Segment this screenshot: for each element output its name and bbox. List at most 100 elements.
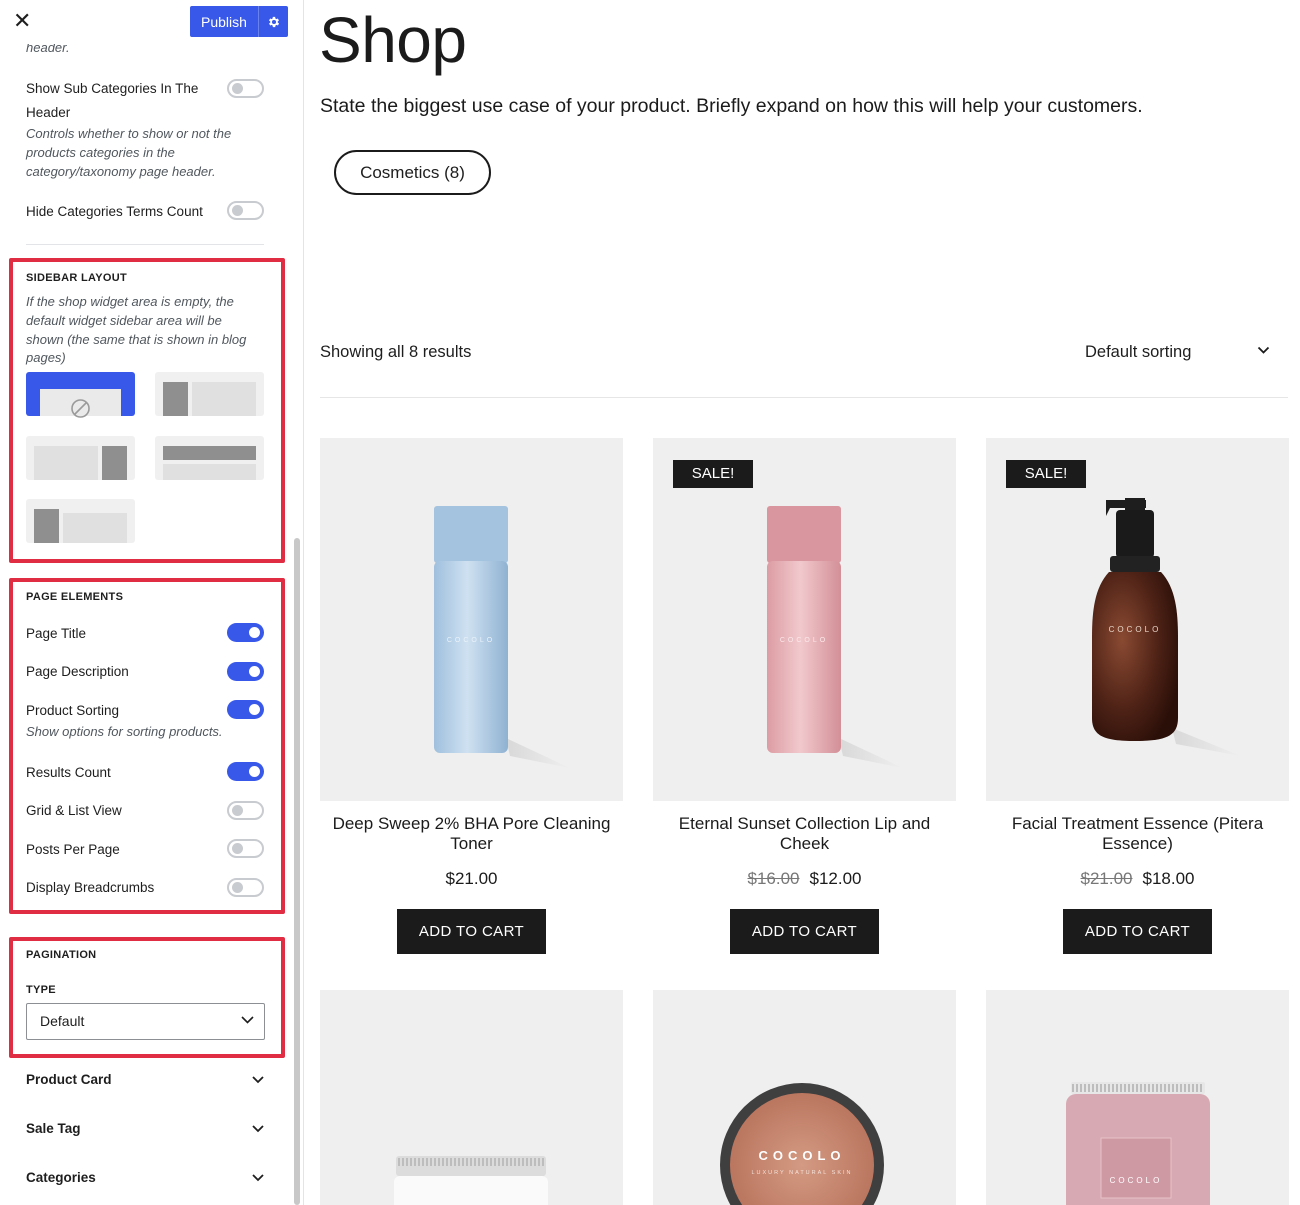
pink-jar-image: COCOLO bbox=[1066, 1082, 1210, 1205]
sale-badge: SALE! bbox=[673, 460, 753, 488]
chevron-down-icon bbox=[241, 1016, 254, 1024]
hide-terms-label: Hide Categories Terms Count bbox=[26, 204, 203, 219]
product-title[interactable]: Toner bbox=[320, 834, 623, 854]
lip-cheek-bottle-image: COCOLO bbox=[767, 506, 903, 768]
add-to-cart-button[interactable]: ADD TO CART bbox=[397, 909, 546, 954]
accordion-label: Sale Tag bbox=[26, 1121, 81, 1136]
layout-left-sidebar-alt[interactable] bbox=[26, 499, 135, 543]
accordion-product-card[interactable]: Product Card bbox=[26, 1070, 266, 1090]
results-count-label: Results Count bbox=[26, 765, 111, 780]
sub-categories-desc-3: category/taxonomy page header. bbox=[26, 164, 216, 179]
add-to-cart-button[interactable]: ADD TO CART bbox=[1063, 909, 1212, 954]
toner-bottle-image: COCOLO bbox=[434, 506, 570, 768]
add-to-cart-button[interactable]: ADD TO CART bbox=[730, 909, 879, 954]
product-image[interactable]: COCOLO bbox=[986, 990, 1289, 1205]
sub-categories-toggle[interactable] bbox=[227, 79, 264, 98]
sidebar-layout-desc-2: default widget sidebar area will be bbox=[26, 313, 222, 328]
sub-categories-label-2: Header bbox=[26, 105, 71, 120]
product-title[interactable]: Eternal Sunset Collection Lip and bbox=[653, 814, 956, 834]
chevron-down-icon[interactable] bbox=[1257, 346, 1270, 355]
tin-jar-image: COCOLO LUXURY NATURAL SKIN bbox=[720, 1083, 884, 1205]
svg-text:COCOLO: COCOLO bbox=[1109, 625, 1162, 634]
chevron-down-icon bbox=[252, 1174, 264, 1182]
product-price: $21.00 $18.00 bbox=[986, 869, 1289, 889]
layout-no-sidebar[interactable] bbox=[26, 372, 135, 418]
sidebar-layout-desc-3: shown (the same that is shown in blog bbox=[26, 332, 247, 347]
product-image[interactable]: COCOLO bbox=[320, 438, 623, 801]
divider bbox=[320, 397, 1288, 398]
customizer-panel: ✕ Publish header. Show Sub Categories In… bbox=[0, 0, 304, 1205]
pagination-type-value: Default bbox=[40, 1013, 85, 1029]
product-title[interactable]: Facial Treatment Essence (Pitera bbox=[986, 814, 1289, 834]
pagination-heading: PAGINATION bbox=[26, 949, 97, 961]
product-price: $21.00 bbox=[320, 869, 623, 889]
layout-left-sidebar[interactable] bbox=[155, 372, 264, 416]
publish-button[interactable]: Publish bbox=[190, 6, 288, 37]
current-price: $18.00 bbox=[1142, 869, 1195, 888]
product-price: $16.00 $12.00 bbox=[653, 869, 956, 889]
category-pill-cosmetics[interactable]: Cosmetics (8) bbox=[334, 150, 491, 195]
svg-text:COCOLO: COCOLO bbox=[780, 637, 828, 644]
page-description-label: Page Description bbox=[26, 664, 129, 679]
product-title[interactable]: Cheek bbox=[653, 834, 956, 854]
posts-per-page-label: Posts Per Page bbox=[26, 842, 120, 857]
results-count: Showing all 8 results bbox=[320, 343, 472, 361]
sub-categories-label-1: Show Sub Categories In The bbox=[26, 81, 199, 96]
page-description-toggle[interactable] bbox=[227, 662, 264, 681]
accordion-sale-tag[interactable]: Sale Tag bbox=[26, 1119, 266, 1139]
brand-text: COCOLO bbox=[758, 1148, 845, 1163]
sub-categories-desc-2: products categories in the bbox=[26, 145, 175, 160]
divider bbox=[26, 244, 264, 245]
accordion-label: Categories bbox=[26, 1170, 96, 1185]
display-breadcrumbs-toggle[interactable] bbox=[227, 878, 264, 897]
old-price: $21.00 bbox=[1080, 869, 1133, 888]
close-icon[interactable]: ✕ bbox=[13, 9, 31, 33]
customizer-topbar: ✕ Publish bbox=[0, 0, 292, 44]
current-price: $12.00 bbox=[809, 869, 862, 888]
sale-badge: SALE! bbox=[1006, 460, 1086, 488]
grid-list-view-label: Grid & List View bbox=[26, 803, 122, 818]
sorting-select[interactable]: Default sorting bbox=[1085, 341, 1191, 363]
current-price: $21.00 bbox=[445, 869, 498, 888]
pagination-type-label: TYPE bbox=[26, 984, 56, 996]
display-breadcrumbs-label: Display Breadcrumbs bbox=[26, 880, 155, 895]
product-title[interactable]: Essence) bbox=[986, 834, 1289, 854]
product-title[interactable]: Deep Sweep 2% BHA Pore Cleaning bbox=[320, 814, 623, 834]
hide-terms-toggle[interactable] bbox=[227, 201, 264, 220]
product-image[interactable] bbox=[320, 990, 623, 1205]
svg-text:COCOLO: COCOLO bbox=[447, 637, 495, 644]
product-sorting-label: Product Sorting bbox=[26, 703, 120, 718]
white-jar-image bbox=[394, 1156, 548, 1205]
grid-list-view-toggle[interactable] bbox=[227, 801, 264, 820]
layout-right-sidebar[interactable] bbox=[26, 436, 135, 480]
layout-top-bar[interactable] bbox=[155, 436, 264, 480]
brand-subtext: LUXURY NATURAL SKIN bbox=[751, 1170, 852, 1176]
sidebar-layout-desc-4: pages) bbox=[26, 350, 66, 365]
product-image[interactable]: COCOLO LUXURY NATURAL SKIN bbox=[653, 990, 956, 1205]
sidebar-layout-desc-1: If the shop widget area is empty, the bbox=[26, 294, 234, 309]
page-description: State the biggest use case of your produ… bbox=[320, 95, 1143, 117]
publish-label: Publish bbox=[201, 13, 247, 30]
accordion-categories[interactable]: Categories bbox=[26, 1168, 266, 1188]
product-sorting-toggle[interactable] bbox=[227, 700, 264, 719]
results-count-toggle[interactable] bbox=[227, 762, 264, 781]
product-image[interactable]: COCOLO SALE! bbox=[986, 438, 1289, 801]
sidebar-layout-heading: SIDEBAR LAYOUT bbox=[26, 272, 127, 284]
svg-text:COCOLO: COCOLO bbox=[1110, 1176, 1163, 1185]
product-sorting-desc: Show options for sorting products. bbox=[26, 724, 223, 739]
pagination-type-select[interactable]: Default bbox=[26, 1003, 265, 1040]
page-title-toggle[interactable] bbox=[227, 623, 264, 642]
posts-per-page-toggle[interactable] bbox=[227, 839, 264, 858]
page-title-label: Page Title bbox=[26, 626, 87, 641]
gear-icon[interactable] bbox=[258, 6, 288, 37]
page-title: Shop bbox=[319, 4, 467, 76]
chevron-down-icon bbox=[252, 1076, 264, 1084]
pump-bottle-image: COCOLO bbox=[1092, 498, 1241, 756]
page-elements-heading: PAGE ELEMENTS bbox=[26, 591, 124, 603]
panel-scrollbar[interactable] bbox=[294, 538, 300, 1205]
old-price: $16.00 bbox=[747, 869, 800, 888]
product-image[interactable]: COCOLO SALE! bbox=[653, 438, 956, 801]
chevron-down-icon bbox=[252, 1125, 264, 1133]
accordion-label: Product Card bbox=[26, 1072, 112, 1087]
sub-categories-desc-1: Controls whether to show or not the bbox=[26, 126, 232, 141]
